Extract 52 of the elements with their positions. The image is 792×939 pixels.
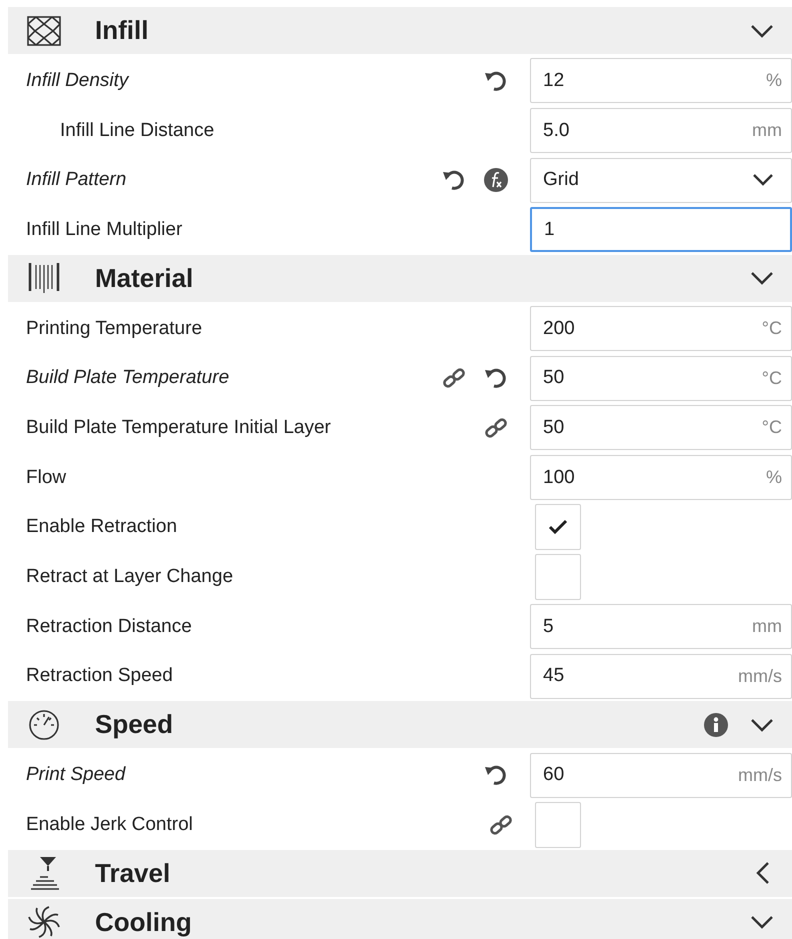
number-field[interactable]: 200 °C: [530, 306, 792, 352]
gauge-icon: [27, 708, 61, 741]
checkmark-icon: [548, 519, 568, 536]
setting-label: Infill Pattern: [26, 169, 126, 192]
setting-label: Build Plate Temperature: [26, 367, 230, 390]
number-field[interactable]: 45 mm/s: [530, 654, 792, 699]
link-icon[interactable]: [442, 366, 466, 390]
number-field[interactable]: 12 %: [530, 58, 792, 104]
link-icon[interactable]: [484, 416, 508, 440]
chevron-down-icon[interactable]: [752, 173, 774, 188]
number-field[interactable]: 5 mm: [530, 604, 792, 650]
setting-label: Enable Retraction: [26, 516, 178, 538]
setting-label: Build Plate Temperature Initial Layer: [26, 416, 331, 439]
section-header[interactable]: Speed: [8, 701, 792, 748]
number-field[interactable]: 100 %: [530, 455, 792, 500]
setting-label: Retraction Speed: [26, 665, 173, 688]
section-header[interactable]: Cooling: [8, 898, 792, 939]
setting-label: Print Speed: [26, 764, 126, 786]
setting-label: Infill Density: [26, 70, 128, 92]
number-field[interactable]: 5.0 mm: [530, 108, 792, 154]
checkbox[interactable]: [535, 554, 581, 600]
setting-label: Infill Line Multiplier: [26, 218, 182, 241]
checkbox[interactable]: [535, 802, 581, 848]
setting-label: Retract at Layer Change: [26, 566, 234, 588]
reset-icon[interactable]: [484, 366, 508, 390]
setting-label: Infill Line Distance: [60, 120, 214, 142]
reset-icon[interactable]: [442, 168, 466, 192]
setting-label: Flow: [26, 466, 66, 489]
setting-label: Retraction Distance: [26, 616, 192, 638]
setting-label: Enable Jerk Control: [26, 814, 193, 836]
fan-icon: [27, 905, 61, 939]
number-field[interactable]: 50 °C: [530, 405, 792, 450]
function-icon[interactable]: [484, 168, 508, 192]
chevron-down-icon[interactable]: [750, 271, 774, 286]
section-header[interactable]: Travel: [8, 850, 792, 897]
checkbox[interactable]: [535, 504, 581, 550]
number-field[interactable]: 50 °C: [530, 356, 792, 401]
dropdown[interactable]: Grid: [530, 158, 792, 203]
section-header[interactable]: Infill: [8, 7, 792, 54]
link-icon[interactable]: [489, 812, 513, 837]
setting-label: Printing Temperature: [26, 318, 202, 340]
section-header[interactable]: Material: [8, 254, 792, 302]
barcode-icon: [27, 262, 61, 294]
chevron-down-icon[interactable]: [750, 915, 774, 930]
number-field[interactable]: 60 mm/s: [530, 752, 792, 798]
chevron-left-icon[interactable]: [756, 861, 770, 886]
reset-icon[interactable]: [484, 763, 508, 788]
info-icon[interactable]: [704, 712, 728, 737]
grid-icon: [27, 16, 61, 46]
chevron-down-icon[interactable]: [750, 24, 774, 38]
number-field[interactable]: 1: [530, 207, 792, 252]
chevron-down-icon[interactable]: [750, 718, 774, 732]
